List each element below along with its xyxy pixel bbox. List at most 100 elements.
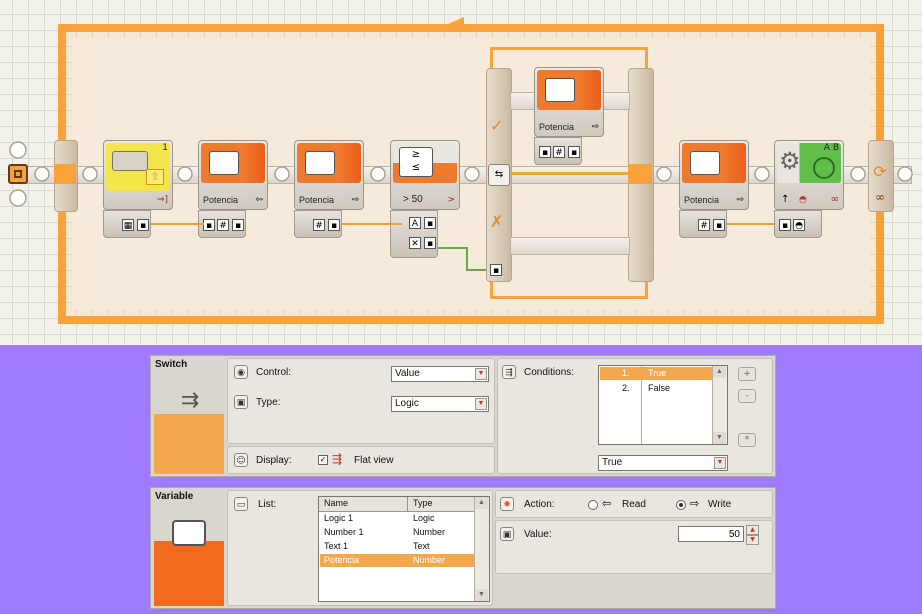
value-input[interactable] (678, 526, 744, 542)
write-radio[interactable] (676, 500, 686, 510)
touch-sensor-block[interactable]: ⇧ 1 ⇒] (103, 140, 173, 210)
data-wire (151, 223, 204, 225)
control-type-section: ◉ Control: Value ▼ ▣ Type: Logic ▼ (227, 358, 495, 444)
program-canvas[interactable]: ⇧ 1 ⇒] ▦ ▪ Potencia ⇦ ▪ # ▪ Potencia ⇨ #… (0, 0, 922, 345)
motor-direction-icon: ↑ (781, 194, 790, 205)
list-label: List: (258, 499, 277, 510)
motor-status-circle (813, 157, 835, 179)
write-icon: ⇨ (690, 497, 700, 510)
compare-data-hub[interactable]: A ▪ ✕ ▪ (390, 210, 438, 258)
configuration-area: Switch ⇉ ◉ Control: Value ▼ ▣ Type: Logic… (0, 345, 922, 614)
type-label: Type: (256, 397, 281, 408)
loop-forever-icon: ∞ (875, 190, 885, 204)
arrow-up-icon: ⇧ (146, 169, 164, 185)
column-header-type: Type (413, 498, 433, 508)
compare-output-icon: > (447, 195, 455, 205)
condition-row[interactable]: 1. True (600, 367, 713, 380)
loop-repeat-icon: ⟳ (873, 162, 887, 181)
panel-title: Switch (155, 359, 188, 370)
switch-true-variable-block[interactable]: Potencia ⇨ (534, 67, 604, 137)
variable-name-label: Potencia (539, 122, 575, 132)
conditions-scrollbar[interactable]: ▲ ▼ (712, 366, 727, 444)
motor-ports-label: A B (823, 143, 839, 153)
variable-1-data-hub[interactable]: ▪ # ▪ (198, 210, 246, 238)
flat-view-label: Flat view (354, 455, 394, 466)
type-select[interactable]: Logic ▼ (391, 396, 489, 412)
condition-row[interactable]: 2. False (600, 382, 713, 395)
gears-icon: ⚙ (779, 147, 801, 175)
variable-thumbnail (154, 506, 224, 606)
variable-list-scrollbar[interactable]: ▲ ▼ (474, 497, 489, 601)
write-icon: ⇨ (736, 195, 744, 205)
switch-input-port[interactable]: ▪ (490, 264, 502, 276)
value-stepper[interactable]: ▲ ▼ (746, 525, 759, 545)
variable-name-label: Potencia (203, 195, 239, 205)
switch-value-icon: ⇆ (488, 164, 510, 186)
motor-block[interactable]: ⚙ A B ↑ ◓ ∞ (774, 140, 844, 210)
switch-variable-data-hub[interactable]: ▪ # ▪ (534, 137, 582, 165)
switch-icon: ⇉ (180, 388, 200, 413)
condition-value-select[interactable]: True ▼ (598, 455, 728, 471)
compare-block[interactable]: ≥ ≤ > 50 > (390, 140, 460, 210)
briefcase-icon (690, 151, 720, 175)
value-label: Value: (524, 529, 552, 540)
default-condition-button[interactable]: * (738, 433, 756, 447)
read-radio[interactable] (588, 500, 598, 510)
program-start-icon[interactable] (8, 164, 28, 184)
flat-view-checkbox[interactable]: ✓ (318, 455, 328, 465)
variable-2-data-hub[interactable]: # ▪ (294, 210, 342, 238)
true-check-icon: ✓ (490, 116, 504, 135)
control-label: Control: (256, 367, 292, 378)
variable-3-data-hub[interactable]: # ▪ (679, 210, 727, 238)
column-header-name: Name (324, 498, 349, 508)
variable-row-selected[interactable]: Potencia Number (320, 554, 475, 567)
compare-condition-label: > 50 (403, 194, 423, 205)
power-gauge-icon: ◓ (799, 195, 807, 205)
value-icon: ▣ (500, 527, 514, 541)
add-condition-button[interactable]: + (738, 367, 756, 381)
panel-title: Variable (155, 491, 194, 502)
chevron-down-icon: ▼ (475, 398, 487, 410)
sensor-port-label: 1 (162, 143, 168, 153)
eye-icon: ◉ (234, 365, 248, 379)
write-label: Write (708, 499, 732, 510)
variable-list[interactable]: Name Type Logic 1 Logic Number 1 Number … (318, 496, 490, 602)
briefcase-icon (305, 151, 335, 175)
variable-list-section: ▭ List: Name Type Logic 1 Logic Number 1… (227, 490, 493, 606)
briefcase-icon (172, 520, 206, 546)
list-header: Name Type (319, 497, 475, 512)
output-plug-icon: ⇒] (156, 195, 168, 205)
display-icon: ☺ (234, 453, 248, 467)
conditions-list[interactable]: 1. True 2. False ▲ ▼ (598, 365, 728, 445)
remove-condition-button[interactable]: - (738, 389, 756, 403)
variable-write-block-1[interactable]: Potencia ⇨ (294, 140, 364, 210)
switch-thumbnail: ⇉ (154, 374, 224, 474)
compare-icon: ≥ ≤ (399, 147, 433, 177)
display-section: ☺ Display: ✓ ⇶ Flat view (227, 446, 495, 474)
conditions-icon: ⇶ (502, 365, 516, 379)
display-label: Display: (256, 455, 292, 466)
flat-view-icon: ⇶ (332, 452, 343, 466)
briefcase-icon (545, 78, 575, 102)
chevron-down-icon: ▼ (475, 368, 487, 380)
false-cross-icon: ✗ (490, 212, 504, 231)
motor-data-hub[interactable]: ▪ ◓ (774, 210, 822, 238)
list-icon: ▭ (234, 497, 248, 511)
logic-wire (466, 247, 468, 271)
variable-row[interactable]: Number 1 Number (320, 526, 475, 539)
variable-config-panel: Variable ▭ List: Name Type Logic 1 Logic… (150, 487, 776, 609)
variable-read-block-1[interactable]: Potencia ⇦ (198, 140, 268, 210)
variable-row[interactable]: Logic 1 Logic (320, 512, 475, 525)
action-section: ✸ Action: ⇦ Read ⇨ Write (495, 490, 773, 518)
switch-config-panel: Switch ⇉ ◉ Control: Value ▼ ▣ Type: Logic… (150, 355, 776, 477)
variable-block-3[interactable]: Potencia ⇨ (679, 140, 749, 210)
variable-row[interactable]: Text 1 Text (320, 540, 475, 553)
touch-sensor-data-hub[interactable]: ▦ ▪ (103, 210, 151, 238)
briefcase-icon (209, 151, 239, 175)
variable-name-label: Potencia (684, 195, 720, 205)
control-select[interactable]: Value ▼ (391, 366, 489, 382)
variable-name-label: Potencia (299, 195, 335, 205)
read-label: Read (622, 499, 646, 510)
logic-wire (438, 247, 468, 249)
action-icon: ✸ (500, 497, 514, 511)
